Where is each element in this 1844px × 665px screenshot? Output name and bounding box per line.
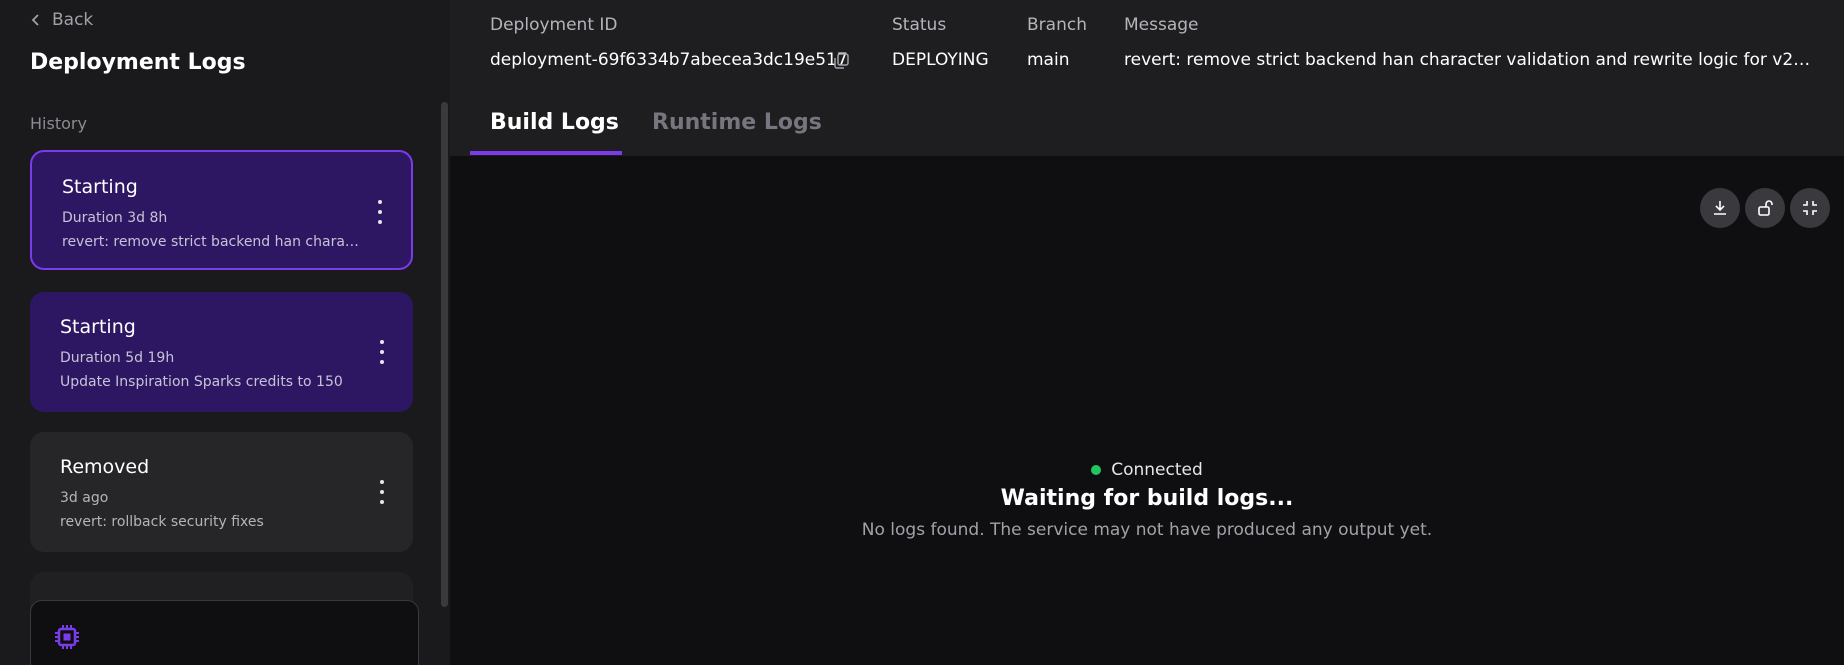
kebab-menu-icon[interactable] [377,480,387,504]
active-tab-indicator [470,151,622,155]
message-label: Message [1124,15,1199,35]
connection-status: Connected [450,460,1844,480]
deployment-meta: Duration 5d 19h [60,350,175,366]
sidebar-scrollbar[interactable] [441,102,448,607]
message-value: revert: remove strict backend han charac… [1124,50,1814,70]
deployment-message: revert: remove strict backend han charac… [62,234,362,250]
collapse-icon [1803,201,1817,215]
connected-dot-icon [1091,465,1102,475]
back-label: Back [52,10,94,30]
main-panel: Deployment ID deployment-69f6334b7abecea… [450,0,1844,665]
bottom-panel [30,600,419,665]
chip-icon[interactable] [53,623,81,651]
deployment-card-3[interactable]: Removed 3d ago revert: rollback security… [30,432,413,552]
kebab-menu-icon[interactable] [375,200,385,224]
deployment-message: Update Inspiration Sparks credits to 150 [60,374,343,390]
waiting-title: Waiting for build logs... [1000,486,1294,511]
deployment-meta: Duration 3d 8h [62,210,168,226]
chevron-left-icon [31,14,39,26]
deployment-card-1[interactable]: Starting Duration 3d 8h revert: remove s… [30,150,413,270]
log-area: Connected Waiting for build logs... No l… [450,156,1844,665]
sidebar-title: Deployment Logs [30,50,246,75]
deployment-header: Deployment ID deployment-69f6334b7abecea… [450,0,1844,156]
deployment-card-2[interactable]: Starting Duration 5d 19h Update Inspirat… [30,292,413,412]
deployment-status: Removed [60,456,150,478]
lock-toggle-button[interactable] [1745,188,1785,228]
status-label: Status [892,15,947,35]
back-button[interactable]: Back [30,8,93,32]
copy-icon[interactable] [832,52,850,70]
sidebar: Back Deployment Logs History Starting Du… [0,0,450,665]
branch-label: Branch [1027,15,1087,35]
kebab-menu-icon[interactable] [377,340,387,364]
tab-build-logs[interactable]: Build Logs [490,110,619,135]
connection-status-text: Connected [1111,460,1203,480]
deployment-status: Starting [62,176,138,198]
download-button[interactable] [1700,188,1740,228]
deployment-status: Starting [60,316,136,338]
deployment-meta: 3d ago [60,490,109,506]
download-icon [1714,201,1726,215]
tab-runtime-logs[interactable]: Runtime Logs [652,110,822,135]
branch-value: main [1027,50,1070,70]
collapse-button[interactable] [1790,188,1830,228]
deployment-message: revert: rollback security fixes [60,514,264,530]
deployment-id-label: Deployment ID [490,15,618,35]
status-value: DEPLOYING [892,50,989,70]
empty-logs-message: No logs found. The service may not have … [861,520,1433,540]
history-label: History [30,114,87,133]
deployment-id-value: deployment-69f6334b7abecea3dc19e517 [490,50,848,70]
unlock-icon [1758,200,1773,216]
